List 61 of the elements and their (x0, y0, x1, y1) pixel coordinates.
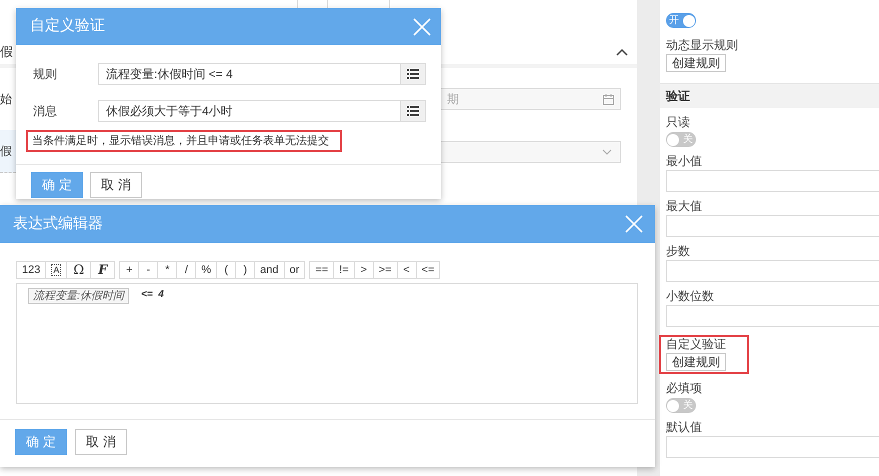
field-label: 自定义验证 (666, 337, 726, 351)
field-label: 小数位数 (666, 289, 714, 303)
cancel-button[interactable]: 取 消 (75, 429, 127, 455)
list-button[interactable] (400, 101, 425, 121)
list-icon (407, 69, 419, 79)
toolbar-button[interactable]: < (396, 261, 417, 279)
field-label: 步数 (666, 244, 690, 258)
expression-text: <= 4 (141, 288, 164, 302)
input-field[interactable] (666, 436, 879, 458)
note-text: 当条件满足时，显示错误消息，并且申请或任务表单无法提交 (26, 130, 342, 152)
toolbar-button[interactable]: != (333, 261, 355, 279)
field-label: 最小值 (666, 154, 702, 168)
input-field[interactable] (666, 170, 879, 192)
toolbar-button[interactable]: and (254, 261, 285, 279)
toolbar-button[interactable]: == (309, 261, 334, 279)
toolbar-button[interactable]: % (195, 261, 218, 279)
toolbar-button[interactable]: - (138, 261, 158, 279)
field-label: 必填项 (666, 381, 702, 395)
cancel-button[interactable]: 取 消 (90, 172, 142, 198)
calendar-icon (603, 94, 614, 104)
toolbar-button[interactable]: F (90, 261, 116, 279)
field-label: 只读 (666, 115, 690, 129)
dialog-title: 自定义验证 (30, 16, 105, 36)
input-field[interactable] (666, 305, 879, 327)
form-label: 始 (0, 91, 13, 108)
list-button[interactable] (400, 64, 425, 84)
dialog-title: 表达式编辑器 (13, 214, 103, 234)
toolbar-button[interactable]: >= (372, 261, 398, 279)
toolbar-button[interactable]: Ω (66, 261, 92, 279)
input-field[interactable]: 流程变量:休假时间 <= 4 (98, 63, 426, 85)
toolbar-button[interactable]: ) (235, 261, 256, 279)
field-label: 最大值 (666, 199, 702, 213)
section-title: 假 (0, 43, 13, 62)
toolbar-button[interactable]: ( (216, 261, 236, 279)
field-label: 消息 (32, 103, 58, 120)
field-label: 规则 (32, 66, 58, 83)
toolbar-button[interactable]: / (176, 261, 196, 279)
variable-token: 流程变量:休假时间 (28, 288, 130, 304)
toolbar-button[interactable]: or (284, 261, 306, 279)
input-field[interactable] (666, 215, 879, 237)
toolbar-button[interactable]: * (157, 261, 178, 279)
section-title: 验证 (666, 88, 690, 105)
select-field[interactable] (440, 140, 621, 162)
close-icon (413, 18, 431, 36)
field-label: 动态显示规则 (666, 38, 738, 52)
expression-editor[interactable]: 流程变量:休假时间 <= 4 (16, 283, 638, 404)
form-label: 假 (0, 130, 16, 173)
create-rule-button[interactable]: 创建规则 (666, 54, 726, 72)
create-rule-button[interactable]: 创建规则 (666, 353, 726, 371)
close-icon (625, 215, 643, 233)
field-label: 默认值 (666, 420, 702, 434)
toolbar-button[interactable]: A (45, 261, 68, 279)
chevron-down-icon (602, 148, 612, 154)
toolbar-button[interactable]: + (119, 261, 140, 279)
input-field[interactable] (666, 260, 879, 282)
toolbar-button[interactable]: 123 (16, 261, 46, 279)
toolbar-button[interactable]: > (354, 261, 374, 279)
list-icon (407, 106, 419, 116)
input-field[interactable]: 休假必须大于等于4小时 (98, 100, 426, 122)
toolbar-button[interactable]: <= (416, 261, 440, 279)
chevron-up-icon (616, 48, 628, 56)
